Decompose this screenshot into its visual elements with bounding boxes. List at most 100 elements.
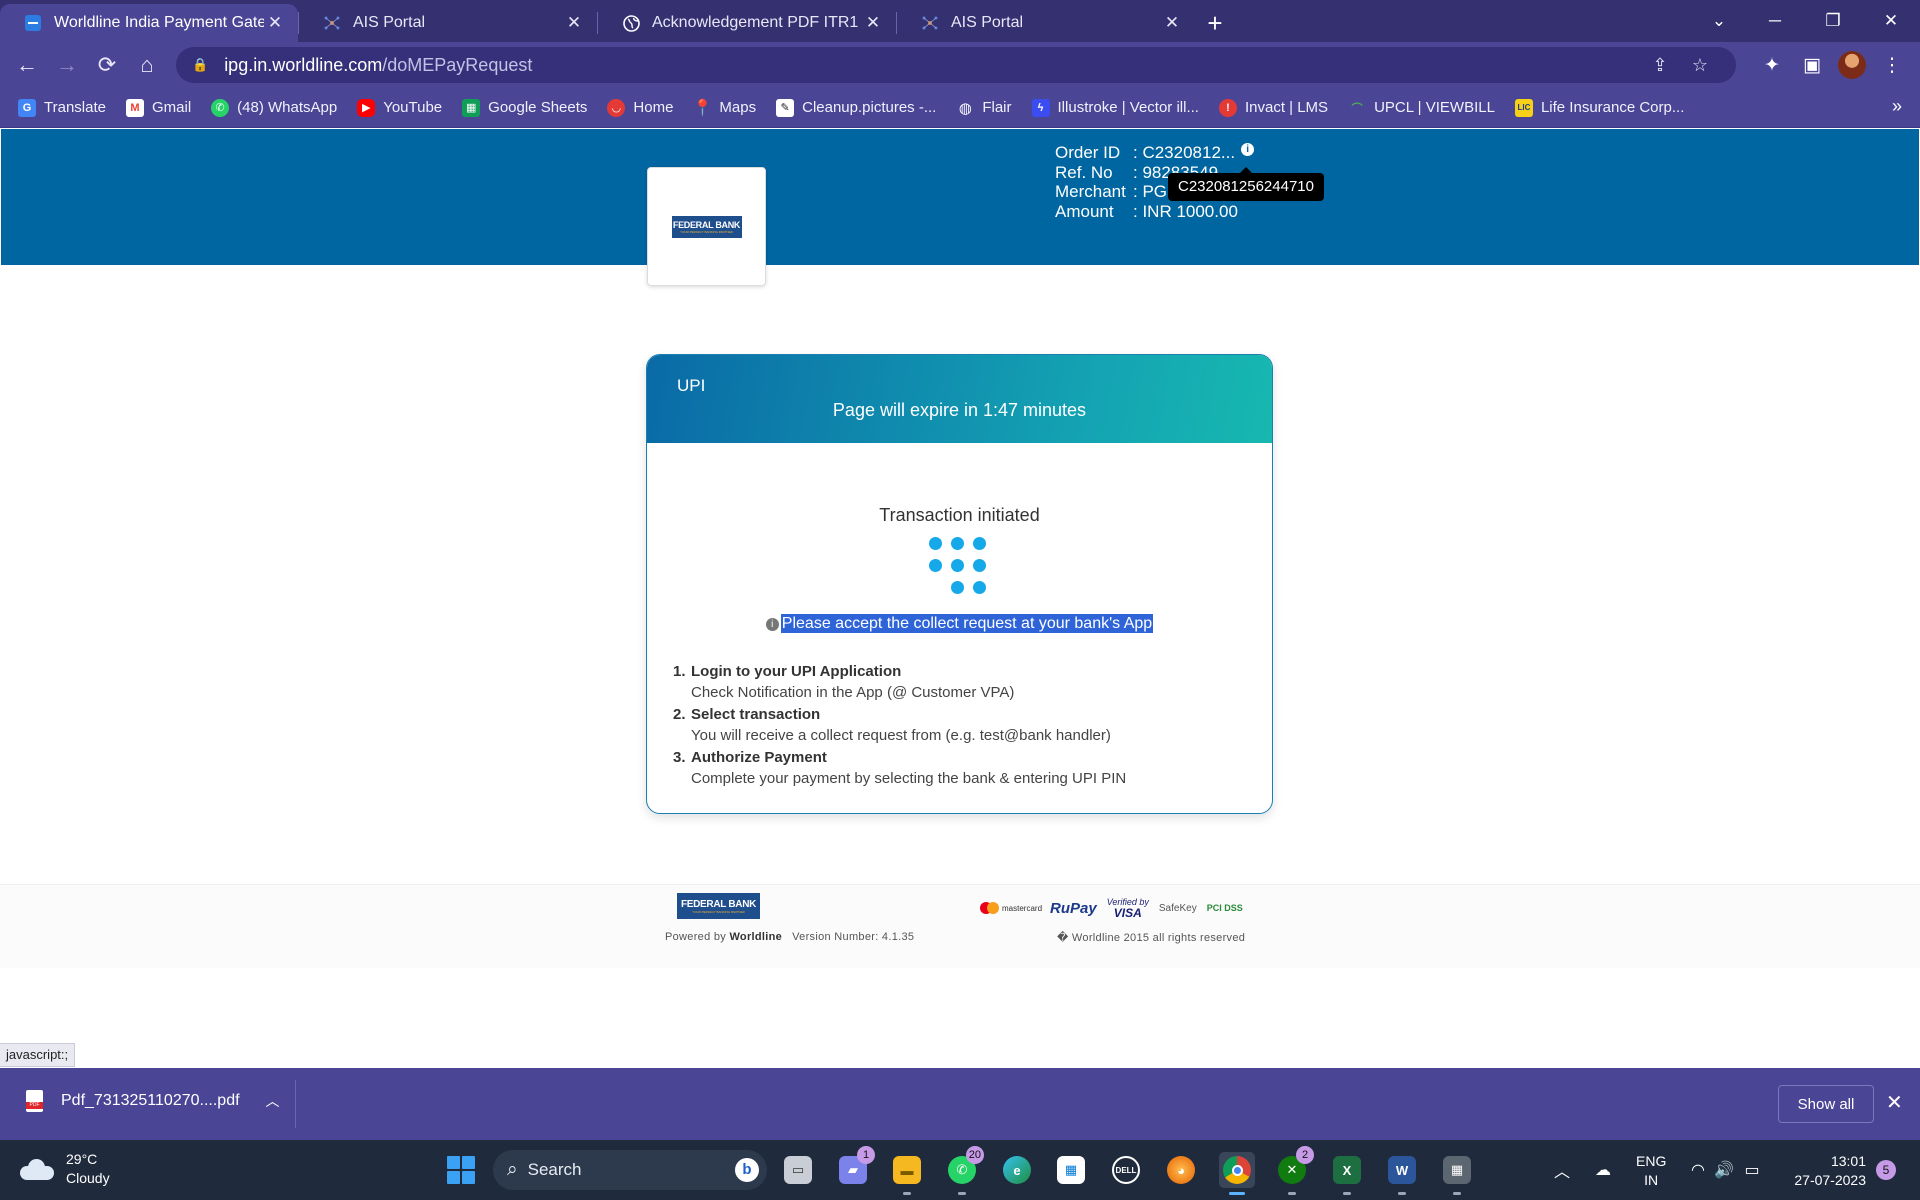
download-item[interactable]: Pdf_731325110270....pdf ︿ xyxy=(26,1090,280,1112)
close-tab-icon[interactable]: ✕ xyxy=(563,13,585,33)
back-button[interactable]: ← xyxy=(7,45,47,85)
bookmark-invact[interactable]: ! Invact | LMS xyxy=(1218,98,1328,117)
profile-avatar[interactable] xyxy=(1832,45,1872,85)
ais-favicon xyxy=(921,14,939,32)
cleanup-icon: ✎ xyxy=(776,98,795,117)
bookmark-cleanup[interactable]: ✎ Cleanup.pictures -... xyxy=(776,98,936,117)
bookmark-illustroke[interactable]: ϟ Illustroke | Vector ill... xyxy=(1031,98,1199,117)
task-view-icon[interactable]: ▭ xyxy=(780,1152,816,1188)
bookmark-maps[interactable]: 📍 Maps xyxy=(692,99,756,117)
menu-kebab-icon[interactable]: ⋮ xyxy=(1872,45,1912,85)
whatsapp-icon: ✆ xyxy=(211,98,230,117)
bank-name: FEDERAL BANK xyxy=(680,898,757,910)
merchant-label: Merchant xyxy=(1055,182,1126,201)
bookmark-gmail[interactable]: M Gmail xyxy=(125,98,192,117)
restore-button[interactable]: ❐ xyxy=(1804,0,1862,42)
close-tab-icon[interactable]: ✕ xyxy=(862,13,884,33)
bank-tagline: YOUR PERFECT BANKING PARTNER xyxy=(692,909,745,914)
word-icon[interactable]: W xyxy=(1384,1152,1420,1195)
notification-count-badge[interactable]: 5 xyxy=(1876,1160,1896,1180)
taskbar-search[interactable]: ⌕ Search b xyxy=(493,1150,767,1190)
forward-button[interactable]: → xyxy=(47,45,87,85)
clock[interactable]: 13:01 27-07-2023 xyxy=(1786,1152,1866,1190)
temperature: 29°C xyxy=(66,1151,98,1167)
weather-widget[interactable]: 29°C Cloudy xyxy=(20,1150,110,1188)
address-bar[interactable]: 🔒 ipg.in.worldline.com/doMEPayRequest ⇪ … xyxy=(176,47,1736,83)
reload-button[interactable]: ⟳ xyxy=(87,45,127,85)
new-tab-button[interactable]: + xyxy=(1195,4,1235,42)
upi-label: UPI xyxy=(677,376,706,395)
teams-chat-icon[interactable]: ▰ 1 xyxy=(835,1146,875,1188)
close-window-button[interactable]: ✕ xyxy=(1862,0,1920,42)
bookmark-label: Gmail xyxy=(151,99,192,116)
sheets-icon: ▦ xyxy=(462,98,481,117)
whatsapp-icon[interactable]: ✆ 20 xyxy=(944,1146,984,1195)
close-tab-icon[interactable]: ✕ xyxy=(1161,13,1183,33)
close-tab-icon[interactable]: ✕ xyxy=(264,13,286,33)
side-panel-icon[interactable]: ▣ xyxy=(1792,45,1832,85)
minimize-button[interactable]: ─ xyxy=(1746,0,1804,42)
share-icon[interactable]: ⇪ xyxy=(1642,47,1678,83)
volume-icon[interactable]: 🔊 xyxy=(1712,1140,1736,1200)
home-button[interactable]: ⌂ xyxy=(127,45,167,85)
search-icon: ⌕ xyxy=(507,1159,518,1180)
firefox-icon[interactable]: ◕ xyxy=(1163,1152,1199,1188)
onedrive-icon[interactable]: ☁ xyxy=(1588,1140,1618,1200)
input-language[interactable]: ENG IN xyxy=(1636,1152,1666,1190)
tab-acknowledgement-pdf[interactable]: Acknowledgement PDF ITR1 ✕ xyxy=(598,4,896,42)
show-hidden-icons[interactable]: ︿ xyxy=(1552,1140,1572,1200)
excel-icon[interactable]: X xyxy=(1329,1152,1365,1195)
show-all-button[interactable]: Show all xyxy=(1778,1085,1874,1123)
lic-icon: LIC xyxy=(1514,98,1533,117)
step-number: 2. xyxy=(673,706,686,723)
bookmark-home[interactable]: ◡ Home xyxy=(607,98,673,117)
bookmark-whatsapp[interactable]: ✆ (48) WhatsApp xyxy=(211,98,338,117)
pdf-file-icon xyxy=(26,1090,43,1112)
info-icon[interactable]: i xyxy=(1241,143,1255,156)
powered-by: Powered by Worldline Version Number: 4.1… xyxy=(665,931,914,943)
more-bookmarks-icon[interactable]: » xyxy=(1892,96,1902,117)
bookmark-translate[interactable]: G Translate xyxy=(18,98,106,117)
start-button[interactable] xyxy=(447,1156,475,1184)
globe-icon xyxy=(622,14,640,32)
tab-search-chevron-icon[interactable]: ⌄ xyxy=(1690,0,1748,42)
tab-ais-portal-2[interactable]: AIS Portal ✕ xyxy=(897,4,1195,42)
payment-network-logos: mastercard RuPay Verified by VISA SafeKey… xyxy=(980,893,1243,923)
bookmark-star-icon[interactable]: ☆ xyxy=(1682,47,1718,83)
step-description: Complete your payment by selecting the b… xyxy=(691,770,1127,787)
tab-worldline[interactable]: Worldline India Payment Gateway ✕ xyxy=(0,4,298,42)
vbv-bottom: VISA xyxy=(1113,905,1142,920)
edge-icon[interactable]: e xyxy=(999,1152,1035,1188)
expiry-timer-text: Page will expire in 1:47 minutes xyxy=(832,400,1087,420)
gmail-icon: M xyxy=(125,98,144,117)
close-icon[interactable]: ✕ xyxy=(1886,1090,1903,1115)
microsoft-store-icon[interactable]: ▦ xyxy=(1053,1152,1089,1188)
tab-ais-portal[interactable]: AIS Portal ✕ xyxy=(299,4,597,42)
mastercard-text: mastercard xyxy=(1002,903,1043,913)
battery-icon[interactable]: ▭ xyxy=(1740,1140,1764,1200)
notice-text: Please accept the collect request at you… xyxy=(780,614,1154,633)
extensions-icon[interactable]: ✦ xyxy=(1752,45,1792,85)
xbox-icon[interactable]: ✕ 2 xyxy=(1274,1146,1314,1195)
chevron-up-icon[interactable]: ︿ xyxy=(266,1091,280,1111)
bookmark-lic[interactable]: LIC Life Insurance Corp... xyxy=(1514,98,1684,117)
file-explorer-icon[interactable]: ▬ xyxy=(889,1152,925,1195)
youtube-icon: ▶ xyxy=(357,98,376,117)
wifi-icon[interactable]: ◠ xyxy=(1686,1140,1710,1200)
bookmark-google-sheets[interactable]: ▦ Google Sheets xyxy=(462,98,587,117)
bookmark-label: (48) WhatsApp xyxy=(237,99,338,116)
step-number: 3. xyxy=(673,749,686,766)
calculator-icon[interactable]: ▦ xyxy=(1439,1152,1475,1195)
dell-icon[interactable]: DELL xyxy=(1108,1152,1144,1188)
globe-icon: ◍ xyxy=(958,99,972,117)
bookmark-upcl[interactable]: ⌒ UPCL | VIEWBILL xyxy=(1348,99,1495,117)
chrome-icon[interactable] xyxy=(1219,1152,1255,1195)
bing-icon[interactable]: b xyxy=(735,1158,759,1182)
bookmark-flair[interactable]: ◍ Flair xyxy=(956,99,1012,117)
upi-card-header: UPI Page will expire in 1:47 minutes xyxy=(647,355,1272,443)
step-number: 1. xyxy=(673,663,686,680)
copyright-text: � Worldline 2015 all rights reserved xyxy=(1057,932,1246,944)
bank-name: FEDERAL BANK xyxy=(672,219,741,230)
bookmark-youtube[interactable]: ▶ YouTube xyxy=(357,98,442,117)
bank-tagline: YOUR PERFECT BANKING PARTNER xyxy=(680,229,733,234)
